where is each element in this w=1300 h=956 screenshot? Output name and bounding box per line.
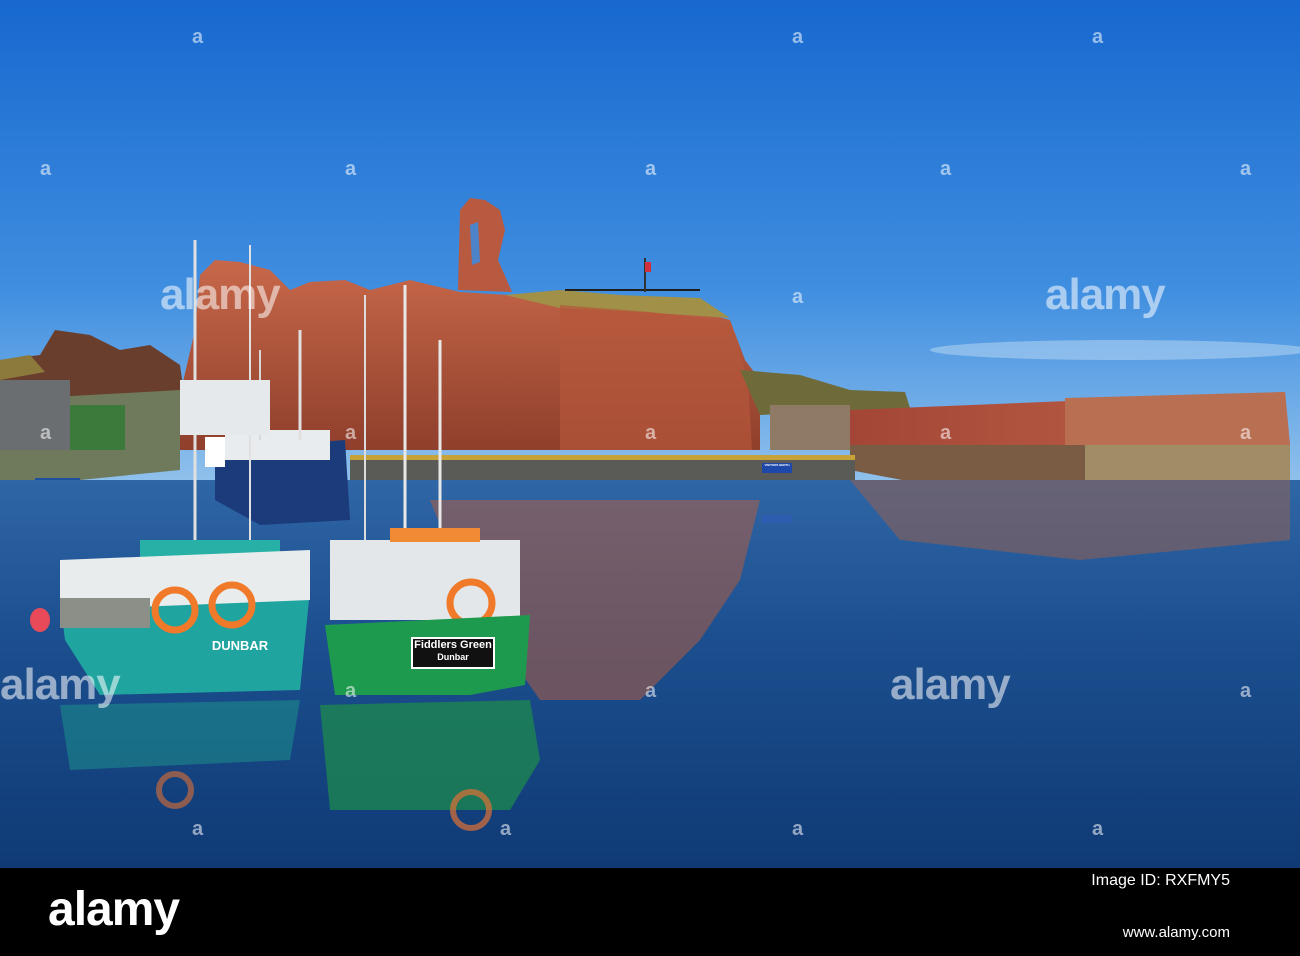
- teal-boat-reflection: [60, 700, 300, 770]
- lobster-pots: [60, 598, 150, 628]
- harbour-scene: [0, 0, 1300, 868]
- sign-reflection: [762, 515, 792, 523]
- buoy: [30, 608, 50, 632]
- roof-buoys: [390, 528, 480, 542]
- boat-name-right: Fiddlers Green Dunbar: [412, 639, 494, 663]
- harbour-photo: DUNBAR Fiddlers Green Dunbar VISITORS BE…: [0, 0, 1300, 868]
- footer-bar: alamy Image ID: RXFMY5 www.alamy.com: [0, 868, 1300, 956]
- image-id: Image ID: RXFMY5: [1091, 872, 1230, 889]
- teal-boat-wheelhouse: [180, 380, 270, 435]
- radar: [205, 437, 225, 467]
- boat-name-right-title: Fiddlers Green: [414, 639, 492, 651]
- container: [70, 405, 125, 450]
- harbour-building: [770, 405, 850, 450]
- quayside-hut: [0, 380, 70, 450]
- cloud: [930, 340, 1300, 360]
- cliff-face: [560, 305, 752, 450]
- sign-label: VISITORS BERTH: [764, 463, 790, 467]
- green-boat-reflection: [320, 700, 540, 810]
- alamy-logo[interactable]: alamy: [48, 882, 180, 937]
- boat-name-left: DUNBAR: [211, 638, 269, 653]
- alamy-url[interactable]: www.alamy.com: [1123, 924, 1230, 941]
- flag: [645, 262, 651, 272]
- boat-name-right-port: Dunbar: [437, 652, 469, 662]
- pier-rail: [350, 455, 855, 460]
- harbour-wall-bright: [1065, 392, 1290, 445]
